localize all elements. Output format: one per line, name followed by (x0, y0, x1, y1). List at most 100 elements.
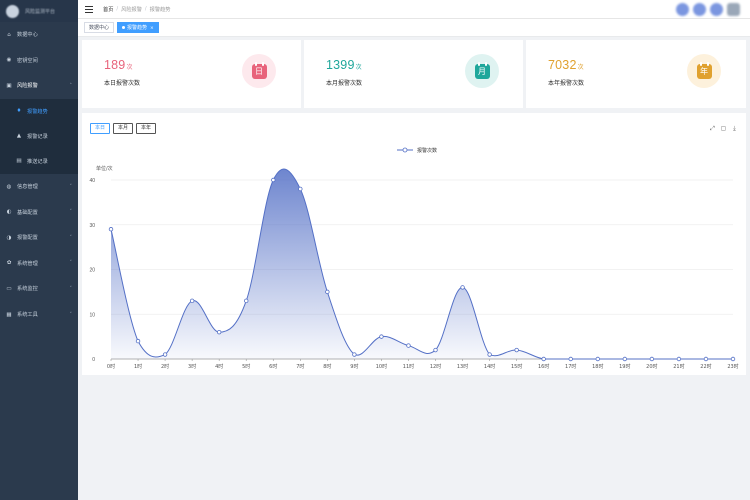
chevron-down-icon: ˅ (69, 285, 73, 292)
tag-alarm-trend[interactable]: 报警趋势 × (117, 22, 159, 33)
tag-data-center[interactable]: 数据中心 (84, 22, 115, 33)
series-area (111, 169, 733, 359)
y-tick-label: 40 (89, 178, 95, 184)
x-tick-label: 8时 (323, 363, 331, 370)
sidebar-item-label: 系统监控 (17, 286, 38, 293)
sidebar-item-system-monitor[interactable]: ▭ 系统监控 ˅ (0, 276, 78, 302)
data-point (271, 177, 276, 183)
x-tick-label: 6时 (269, 363, 277, 370)
sidebar-item-key-space[interactable]: ◉ 密钥空间 (0, 48, 78, 74)
x-tick-label: 13时 (457, 363, 468, 370)
data-point (703, 356, 709, 362)
y-tick-label: 20 (89, 268, 95, 274)
stat-unit: 次 (577, 65, 584, 71)
stat-label: 本年报警次数 (548, 80, 585, 87)
stat-number: 1399 (326, 58, 355, 72)
sidebar-subitem-push-record[interactable]: ▤ 推送记录 (0, 149, 78, 174)
chevron-down-icon: ˅ (69, 311, 73, 318)
x-tick-label: 22时 (700, 363, 711, 370)
location-icon: ◉ (6, 57, 12, 64)
data-point (216, 329, 222, 335)
fullscreen-icon[interactable] (710, 3, 723, 16)
x-tick-label: 18时 (592, 363, 603, 370)
y-tick-label: 0 (92, 357, 95, 363)
home-icon: ⌂ (7, 31, 11, 38)
tag-label: 报警趋势 (127, 25, 148, 31)
data-point (298, 186, 303, 192)
close-icon[interactable]: × (150, 26, 154, 31)
sidebar-item-system-management[interactable]: ✿ 系统管理 ˅ (0, 251, 78, 277)
x-tick-label: 7时 (296, 363, 304, 370)
calendar-year-glyph: 年 (696, 61, 712, 79)
sidebar-item-label: 报警配置 (17, 235, 38, 242)
push-icon: ▤ (16, 158, 22, 165)
data-point (162, 352, 168, 357)
x-tick-label: 4时 (215, 363, 223, 370)
sidebar-item-label: 数据中心 (17, 32, 38, 39)
stat-unit: 次 (355, 65, 362, 71)
data-point (595, 356, 600, 362)
alarm-trend-chart: 0 10 20 30 40单位/次 0时 1时 2时 3时 4时 5时 6时 7时 8时 9时 10时 11时 1… (89, 147, 738, 370)
info-icon: ◍ (6, 183, 12, 190)
tags-view: 数据中心 报警趋势 × (78, 19, 750, 37)
chevron-down-icon: ˅ (69, 234, 73, 241)
breadcrumb-item: 风险报警 (121, 6, 142, 13)
data-point (622, 356, 628, 362)
chevron-down-icon: ˅ (69, 209, 73, 216)
data-point (325, 289, 330, 295)
sidebar-subitem-alarm-record[interactable]: ▲ 报警记录 (0, 124, 78, 149)
sidebar-subitem-label: 推送记录 (27, 158, 48, 165)
dot-icon (122, 26, 126, 29)
sidebar-subitem-alarm-trend[interactable]: ♦ 报警趋势 (0, 99, 78, 124)
tools-icon: ▦ (6, 311, 12, 318)
sidebar-item-system-tools[interactable]: ▦ 系统工具 ˅ (0, 302, 78, 328)
avatar[interactable] (727, 3, 740, 16)
data-point (676, 356, 682, 362)
search-icon[interactable] (676, 3, 689, 16)
sidebar-item-label: 信息管理 (17, 184, 38, 191)
calendar-month-glyph: 月 (474, 61, 490, 79)
stat-value: 189次 (104, 58, 133, 72)
data-point (379, 334, 384, 339)
hamburger-icon[interactable] (85, 5, 93, 13)
x-tick-label: 16时 (538, 363, 549, 370)
chevron-up-icon: ˄ (69, 82, 73, 89)
sidebar-item-label: 密钥空间 (17, 57, 38, 64)
sidebar-item-label: 系统工具 (17, 312, 38, 319)
sidebar-item-risk-alarm[interactable]: ▣ 风险报警 ˄ (0, 73, 78, 99)
stat-number: 7032 (548, 58, 577, 72)
stat-value: 1399次 (326, 58, 362, 72)
chevron-down-icon: ˅ (69, 183, 73, 190)
x-tick-label: 21时 (673, 363, 684, 370)
sidebar-menu: ⌂ 数据中心 ◉ 密钥空间 ▣ 风险报警 ˄ ♦ 报警趋势 ▲ 报警记录 ▤ 推… (0, 22, 78, 327)
stat-unit: 次 (126, 65, 133, 71)
x-tick-label: 5时 (242, 363, 250, 370)
x-tick-label: 15时 (511, 363, 522, 370)
top-right-tools (672, 3, 740, 16)
sidebar-item-data-center[interactable]: ⌂ 数据中心 (0, 22, 78, 48)
data-point (108, 227, 114, 232)
stat-number: 189 (104, 58, 126, 72)
stat-label: 本日报警次数 (104, 80, 141, 87)
sidebar-item-label: 系统管理 (17, 260, 38, 267)
message-icon[interactable] (693, 3, 706, 16)
data-point (433, 347, 438, 353)
x-tick-label: 11时 (403, 363, 414, 370)
x-tick-label: 20时 (646, 363, 657, 370)
x-tick-label: 1时 (134, 363, 142, 370)
data-point (189, 298, 195, 304)
sidebar-item-basic-config[interactable]: ◐ 基础配置 ˅ (0, 199, 78, 225)
breadcrumb-home[interactable]: 首页 (103, 6, 113, 13)
sidebar-item-alarm-config[interactable]: ◑ 报警配置 ˅ (0, 225, 78, 251)
y-axis-title: 单位/次 (96, 165, 113, 172)
settings-icon: ◐ (6, 209, 12, 216)
data-point (541, 356, 546, 362)
calendar-month-icon: 月 (465, 54, 499, 88)
sidebar: 风险监测平台 ⌂ 数据中心 ◉ 密钥空间 ▣ 风险报警 ˄ ♦ 报警趋势 ▲ 报… (0, 0, 78, 500)
data-point (244, 298, 249, 304)
gear-icon: ✿ (6, 260, 12, 267)
sidebar-item-info-management[interactable]: ◍ 信息管理 ˅ (0, 174, 78, 200)
data-point (352, 352, 357, 357)
stat-value: 7032次 (548, 58, 584, 72)
chevron-down-icon: ˅ (69, 260, 73, 267)
